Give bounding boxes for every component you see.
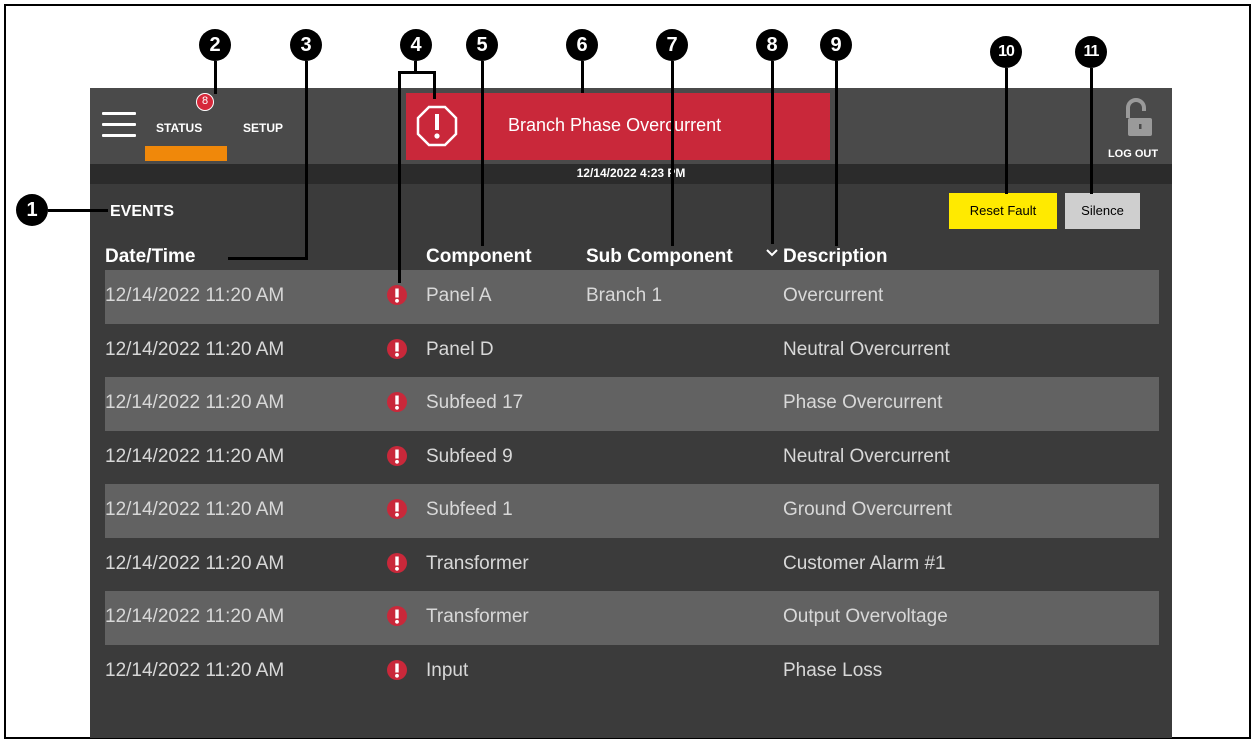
leader-line-3b <box>228 257 308 260</box>
current-datetime: 12/14/2022 4:23 PM <box>576 166 686 180</box>
alert-circle-icon <box>387 659 407 680</box>
callout-3: 3 <box>290 29 322 61</box>
table-row[interactable]: 12/14/2022 11:20 AM Subfeed 9 Neutral Ov… <box>105 431 1159 485</box>
alert-circle-icon <box>387 499 407 519</box>
row-datetime: 12/14/2022 11:20 AM <box>105 392 285 413</box>
row-description: Neutral Overcurrent <box>783 338 950 360</box>
column-header-subcomponent[interactable]: Sub Component <box>586 246 733 268</box>
lock-open-icon <box>1126 98 1152 136</box>
leader-line-8 <box>771 61 774 244</box>
callout-8: 8 <box>756 29 788 61</box>
leader-line-7 <box>671 61 674 246</box>
row-component: Subfeed 17 <box>426 392 524 413</box>
alert-circle-icon <box>387 606 407 626</box>
callout-5: 5 <box>466 29 498 61</box>
tab-status[interactable]: STATUS <box>156 121 202 135</box>
row-datetime: 12/14/2022 11:20 AM <box>105 659 285 681</box>
top-bar: 8 STATUS SETUP Branch Phase Overcurrent … <box>90 88 1172 164</box>
callout-2: 2 <box>199 29 231 61</box>
row-datetime: 12/14/2022 11:20 AM <box>105 445 285 467</box>
callout-7: 7 <box>656 29 688 61</box>
table-row[interactable]: 12/14/2022 11:20 AM Transformer Customer… <box>105 538 1159 592</box>
row-description: Overcurrent <box>783 285 884 306</box>
logout-label: LOG OUT <box>1107 148 1159 160</box>
date-bar: 12/14/2022 4:23 PM <box>90 164 1172 184</box>
row-component: Input <box>426 659 469 681</box>
leader-line-9 <box>835 61 838 246</box>
row-description: Phase Loss <box>783 659 883 681</box>
leader-line-4c <box>398 71 401 283</box>
callout-9: 9 <box>820 29 852 61</box>
row-component: Panel A <box>426 285 492 306</box>
callout-10: 10 <box>990 36 1022 68</box>
row-description: Phase Overcurrent <box>783 392 943 413</box>
callout-11: 11 <box>1075 36 1107 68</box>
sort-chevron-down-icon[interactable] <box>766 248 778 258</box>
leader-line-2 <box>214 61 217 94</box>
events-title: EVENTS <box>110 203 175 220</box>
row-component: Subfeed 9 <box>426 445 513 467</box>
tab-setup[interactable]: SETUP <box>243 121 283 135</box>
active-alarm-banner[interactable]: Branch Phase Overcurrent <box>406 93 830 160</box>
menu-icon[interactable] <box>102 112 136 138</box>
leader-line-11 <box>1090 68 1093 194</box>
device-screen: 8 STATUS SETUP Branch Phase Overcurrent … <box>90 88 1172 738</box>
row-component: Subfeed 1 <box>426 499 513 520</box>
row-description: Ground Overcurrent <box>783 499 952 520</box>
row-datetime: 12/14/2022 11:20 AM <box>105 499 285 520</box>
alert-circle-icon <box>387 338 407 359</box>
row-description: Output Overvoltage <box>783 606 948 627</box>
logout-button[interactable]: LOG OUT <box>1100 96 1166 160</box>
table-row[interactable]: 12/14/2022 11:20 AM Subfeed 17 Phase Ove… <box>105 377 1159 431</box>
alert-circle-icon <box>387 285 407 305</box>
table-row[interactable]: 12/14/2022 11:20 AM Transformer Output O… <box>105 591 1159 645</box>
leader-line-4b <box>398 71 436 74</box>
table-row[interactable]: 12/14/2022 11:20 AM Panel A Branch 1 Ove… <box>105 270 1159 324</box>
leader-line-6 <box>581 61 584 93</box>
row-component: Panel D <box>426 338 494 360</box>
row-datetime: 12/14/2022 11:20 AM <box>105 606 285 627</box>
table-row[interactable]: 12/14/2022 11:20 AM Input Phase Loss <box>105 645 1159 699</box>
row-datetime: 12/14/2022 11:20 AM <box>105 338 285 360</box>
alert-circle-icon <box>387 445 407 466</box>
row-datetime: 12/14/2022 11:20 AM <box>105 552 285 574</box>
leader-line-10 <box>1005 68 1008 194</box>
row-description: Customer Alarm #1 <box>783 552 946 574</box>
event-count-badge: 8 <box>196 93 214 111</box>
events-table: 12/14/2022 11:20 AM Panel A Branch 1 Ove… <box>105 270 1159 698</box>
column-header-datetime[interactable]: Date/Time <box>105 246 195 268</box>
table-row[interactable]: 12/14/2022 11:20 AM Subfeed 1 Ground Ove… <box>105 484 1159 538</box>
reset-fault-button[interactable]: Reset Fault <box>949 193 1057 229</box>
active-tab-indicator <box>145 146 227 161</box>
leader-line-1 <box>48 209 108 212</box>
row-description: Neutral Overcurrent <box>783 445 950 467</box>
alert-circle-icon <box>387 552 407 573</box>
callout-6: 6 <box>566 29 598 61</box>
row-datetime: 12/14/2022 11:20 AM <box>105 285 285 306</box>
column-header-component[interactable]: Component <box>426 246 532 268</box>
row-component: Transformer <box>426 552 529 574</box>
leader-line-3a <box>305 61 308 260</box>
row-component: Transformer <box>426 606 529 627</box>
silence-button[interactable]: Silence <box>1065 193 1140 229</box>
leader-line-4d <box>433 71 436 99</box>
row-subcomponent: Branch 1 <box>586 285 663 306</box>
alarm-text: Branch Phase Overcurrent <box>508 115 722 135</box>
alarm-octagon-icon <box>416 105 458 147</box>
callout-1: 1 <box>16 194 48 226</box>
column-header-description[interactable]: Description <box>783 246 888 268</box>
table-row[interactable]: 12/14/2022 11:20 AM Panel D Neutral Over… <box>105 324 1159 378</box>
callout-4: 4 <box>400 29 432 61</box>
alert-circle-icon <box>387 392 407 412</box>
leader-line-5 <box>481 61 484 246</box>
